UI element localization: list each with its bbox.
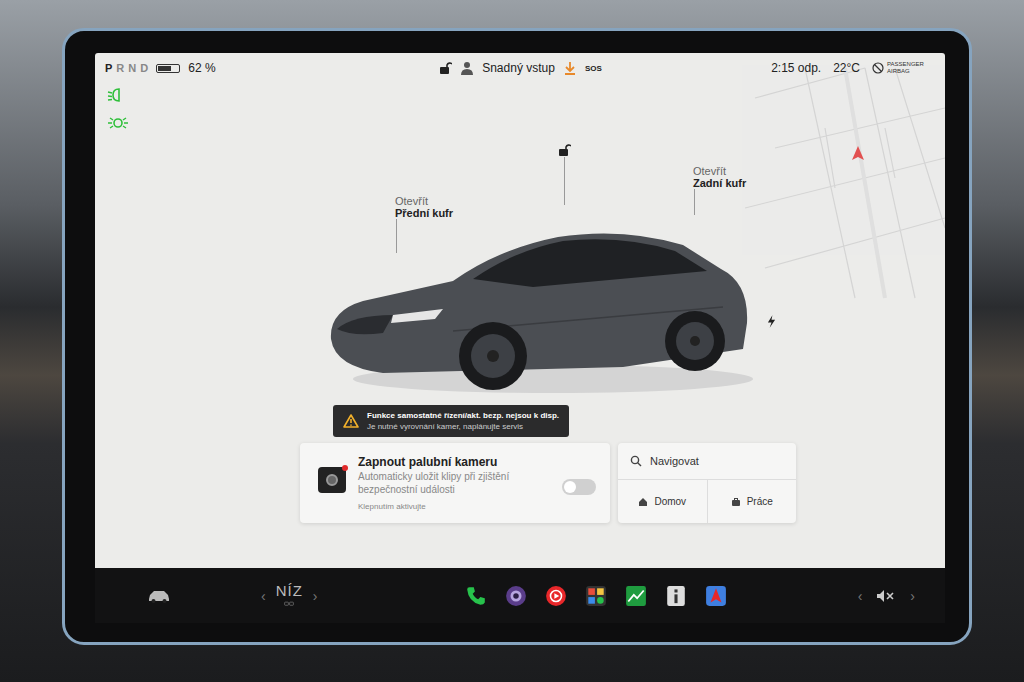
dashcam-icon (318, 467, 346, 493)
dashcam-card[interactable]: Zapnout palubní kameruAutomaticky uložit… (300, 443, 610, 523)
climate-control[interactable]: ‹NÍZ› (261, 582, 318, 609)
chart-app-icon[interactable] (625, 585, 647, 607)
cards-row: Zapnout palubní kameruAutomaticky uložit… (95, 443, 945, 523)
low-beam-icon (107, 87, 129, 103)
car-lock-button[interactable] (557, 143, 571, 205)
download-icon[interactable] (563, 61, 577, 75)
nav-shortcut[interactable]: Práce (707, 480, 797, 523)
rear-trunk-button[interactable]: OtevřítZadní kufr (693, 165, 746, 215)
temperature: 22°C (833, 61, 860, 75)
battery-reading: 62 % (188, 61, 215, 75)
airbag-indicator: PASSENGER AIRBAG (872, 61, 935, 74)
briefcase-icon (731, 497, 741, 507)
status-bar: PRND 62 % Snadný vstup SOS 2:15 odp. 22°C PASS… (95, 53, 945, 83)
music-app-icon[interactable] (545, 585, 567, 607)
display: PRND 62 % Snadný vstup SOS 2:15 odp. 22°C PASS… (95, 53, 945, 568)
nav-shortcut[interactable]: Domov (618, 480, 707, 523)
lights-indicators (107, 87, 129, 131)
car-model-image (323, 211, 763, 396)
search-icon (630, 455, 642, 467)
battery-icon (156, 64, 180, 73)
unlocked-icon (557, 143, 571, 157)
navigate-search[interactable]: Navigovat (618, 443, 796, 480)
gear: D (140, 62, 148, 74)
dashcam-toggle[interactable] (562, 479, 596, 495)
seat-heat-icon (284, 599, 294, 609)
car-icon[interactable] (147, 589, 171, 603)
location-arrow-icon (852, 146, 864, 160)
clock: 2:15 odp. (771, 61, 821, 75)
gear-selector: PRND (105, 62, 148, 74)
autopilot-alert: Funkce samostatné řízení/akt. bezp. nejs… (333, 405, 569, 437)
apps-app-icon[interactable] (585, 585, 607, 607)
navigation-card: NavigovatDomovPráce (618, 443, 796, 523)
sos-label[interactable]: SOS (585, 64, 602, 73)
mini-map[interactable] (745, 53, 945, 313)
gear: R (116, 62, 124, 74)
front-trunk-button[interactable]: OtevřítPřední kufr (395, 195, 453, 253)
car-interior: PRND 62 % Snadný vstup SOS 2:15 odp. 22°C PASS… (0, 0, 1024, 682)
volume-control[interactable]: ‹› (795, 588, 915, 604)
profile-icon[interactable] (460, 61, 474, 75)
unlocked-icon[interactable] (438, 61, 452, 75)
dock: ‹NÍZ› ‹› (95, 568, 945, 623)
gear: N (128, 62, 136, 74)
car-scene: OtevřítPřední kufr OtevřítZadní kufr (95, 83, 945, 403)
airbag-icon (872, 62, 884, 74)
charge-port-icon[interactable] (767, 315, 776, 328)
parking-icon (107, 115, 129, 131)
camera-app-icon[interactable] (505, 585, 527, 607)
profile-name[interactable]: Snadný vstup (482, 61, 555, 75)
gear: P (105, 62, 112, 74)
info-app-icon[interactable] (665, 585, 687, 607)
phone-app-icon[interactable] (465, 585, 487, 607)
home-icon (638, 497, 648, 507)
nav-app-icon[interactable] (705, 585, 727, 607)
warning-icon (343, 414, 359, 428)
touchscreen: PRND 62 % Snadný vstup SOS 2:15 odp. 22°C PASS… (62, 28, 972, 645)
volume-muted-icon (876, 589, 896, 603)
